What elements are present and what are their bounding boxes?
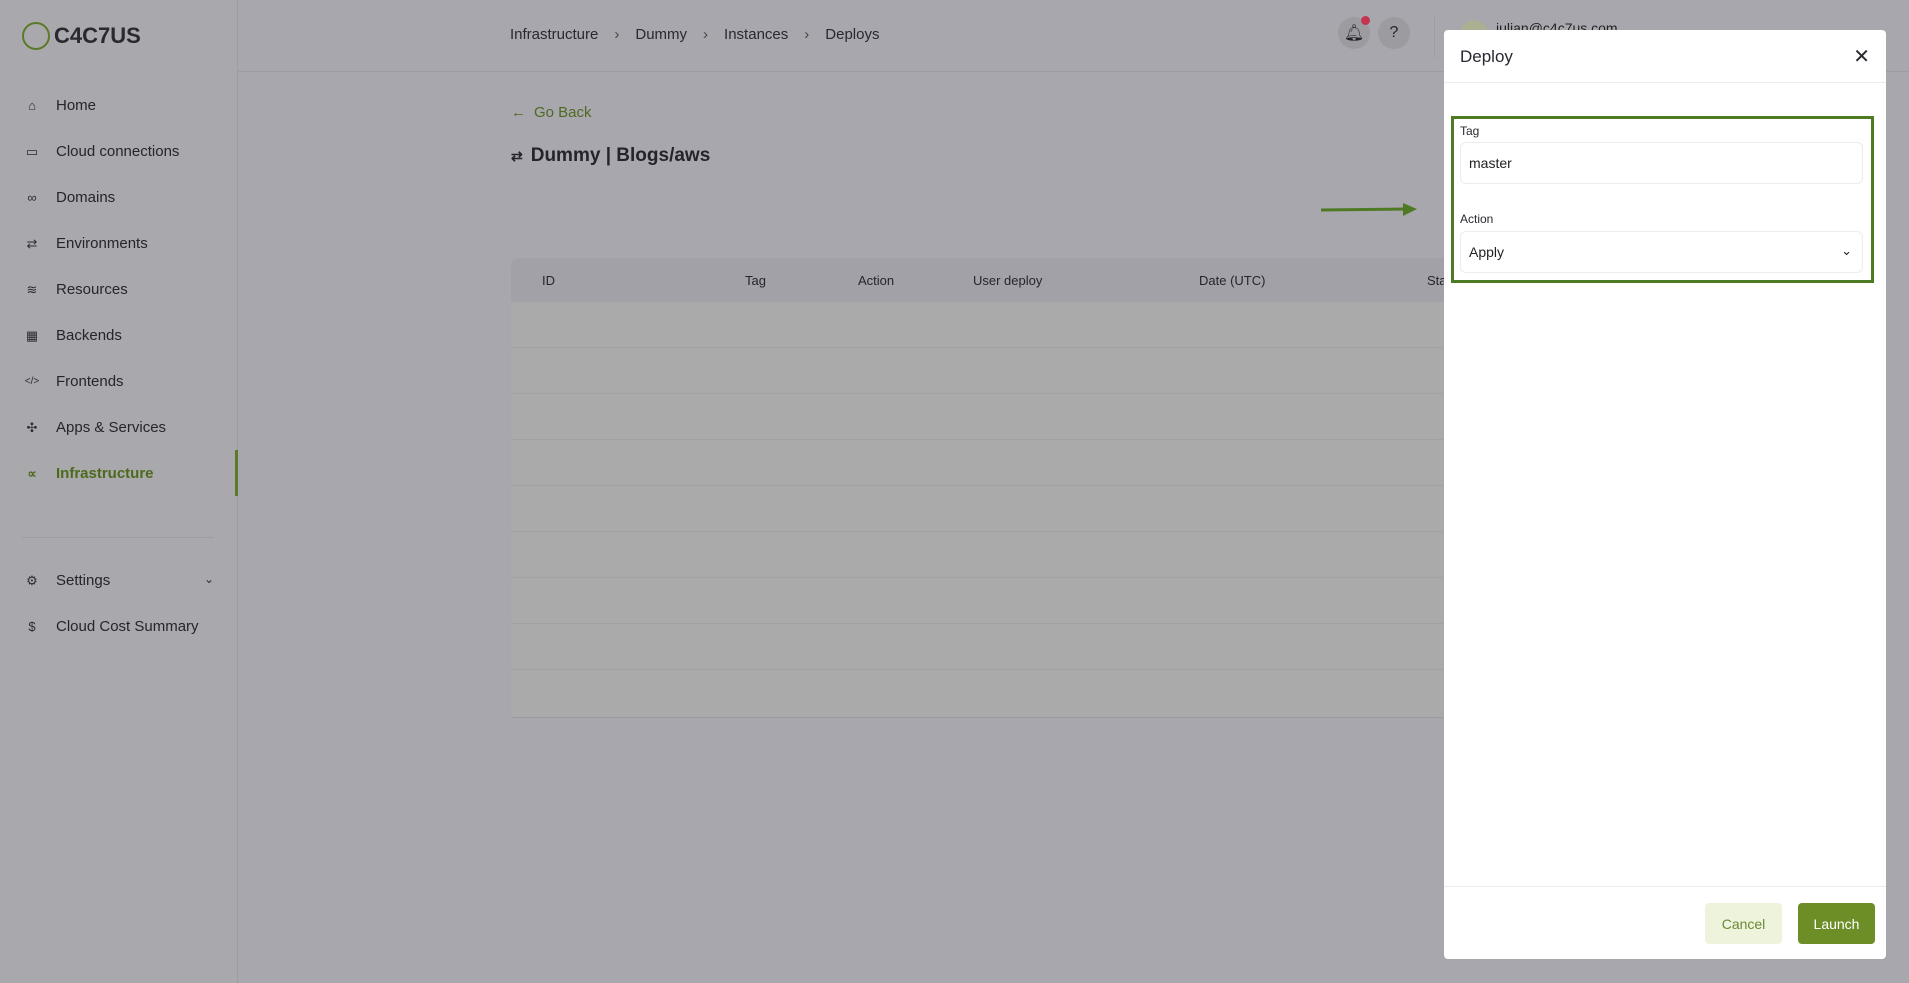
column-date: Date (UTC) (1199, 273, 1266, 288)
cancel-button[interactable]: Cancel (1705, 903, 1782, 944)
bell-icon: 🔔︎ (1343, 25, 1365, 42)
chevron-right-icon: › (804, 26, 810, 43)
sidebar-item-cloud-cost-summary[interactable]: $ Cloud Cost Summary (24, 618, 198, 635)
help-icon: ? (1389, 24, 1399, 41)
close-icon[interactable]: ✕ (1853, 44, 1870, 69)
terminal-icon: ▭ (25, 143, 39, 159)
chevron-down-icon[interactable]: ⌄ (204, 572, 214, 586)
gear-icon: ⚙ (26, 572, 38, 588)
page-title: ⇄ Dummy | Blogs/aws (511, 145, 711, 166)
share-icon: ∝ (27, 465, 37, 481)
dollar-icon: $ (28, 619, 36, 634)
breadcrumb: Infrastructure › Dummy › Instances › Deploy… (510, 26, 879, 43)
grid-icon: ▦ (25, 327, 39, 343)
sidebar-item-environments[interactable]: ⇄ Environments (24, 235, 148, 252)
sidebar: C4C7US ⌂ Home ▭ Cloud connections ∞ Domains… (0, 0, 238, 983)
tag-label: Tag (1460, 124, 1480, 138)
chevron-right-icon: › (614, 26, 620, 43)
table-row[interactable] (511, 624, 1451, 670)
notifications-button[interactable]: 🔔︎ (1338, 16, 1370, 49)
launch-button[interactable]: Launch (1798, 903, 1875, 944)
table-header: ID Tag Action User deploy Date (UTC) Sta (511, 258, 1451, 302)
deploys-table: ID Tag Action User deploy Date (UTC) Sta (511, 258, 1451, 718)
code-icon: </> (24, 376, 40, 387)
sidebar-item-frontends[interactable]: </> Frontends (24, 373, 124, 390)
link-icon: ∞ (27, 190, 37, 205)
sidebar-item-home[interactable]: ⌂ Home (24, 97, 96, 114)
go-back-link[interactable]: ← Go Back (511, 104, 592, 121)
modal-header: Deploy ✕ (1444, 30, 1886, 83)
modal-title: Deploy (1460, 47, 1513, 66)
deploy-modal: Deploy ✕ Tag master Action Apply ⌄ Cancel… (1444, 30, 1886, 959)
breadcrumb-infrastructure[interactable]: Infrastructure (510, 26, 598, 43)
table-row[interactable] (511, 486, 1451, 532)
column-action: Action (858, 273, 895, 288)
table-row[interactable] (511, 394, 1451, 440)
cactus-logo-icon (22, 22, 50, 50)
swap-icon: ⇄ (511, 147, 523, 164)
notification-dot (1361, 16, 1370, 25)
chevron-down-icon: ⌄ (1841, 243, 1852, 258)
table-row[interactable] (511, 440, 1451, 486)
table-row[interactable] (511, 348, 1451, 394)
home-icon: ⌂ (28, 98, 36, 113)
table-row[interactable] (511, 578, 1451, 624)
action-select[interactable]: Apply ⌄ (1460, 231, 1863, 273)
help-button[interactable]: ? (1378, 17, 1410, 49)
active-indicator (235, 450, 238, 496)
modal-footer-divider (1444, 886, 1886, 887)
annotation-arrow-icon (1321, 203, 1417, 216)
swap-icon: ⇄ (26, 235, 38, 251)
column-tag: Tag (745, 273, 766, 288)
database-icon: ≋ (26, 281, 38, 297)
sidebar-item-domains[interactable]: ∞ Domains (24, 189, 115, 206)
breadcrumb-instances[interactable]: Instances (724, 26, 788, 43)
column-id: ID (542, 273, 555, 288)
sidebar-item-infrastructure[interactable]: ∝ Infrastructure (24, 465, 153, 482)
arrow-left-icon: ← (511, 104, 526, 121)
sidebar-item-backends[interactable]: ▦ Backends (24, 327, 122, 344)
breadcrumb-deploys: Deploys (825, 26, 880, 43)
table-row[interactable] (511, 532, 1451, 578)
sidebar-divider (22, 537, 214, 538)
action-label: Action (1460, 212, 1494, 226)
sidebar-item-cloud-connections[interactable]: ▭ Cloud connections (24, 143, 180, 160)
chevron-right-icon: › (703, 26, 709, 43)
column-user-deploy: User deploy (973, 273, 1043, 288)
logo[interactable]: C4C7US (22, 22, 141, 50)
puzzle-icon: ✣ (26, 419, 38, 435)
sidebar-item-resources[interactable]: ≋ Resources (24, 281, 128, 298)
tag-input[interactable]: master (1460, 142, 1863, 184)
breadcrumb-dummy[interactable]: Dummy (635, 26, 687, 43)
header-separator (1434, 16, 1435, 58)
table-row[interactable] (511, 302, 1451, 348)
sidebar-item-apps-services[interactable]: ✣ Apps & Services (24, 419, 167, 436)
sidebar-item-settings[interactable]: ⚙ Settings (24, 572, 110, 589)
